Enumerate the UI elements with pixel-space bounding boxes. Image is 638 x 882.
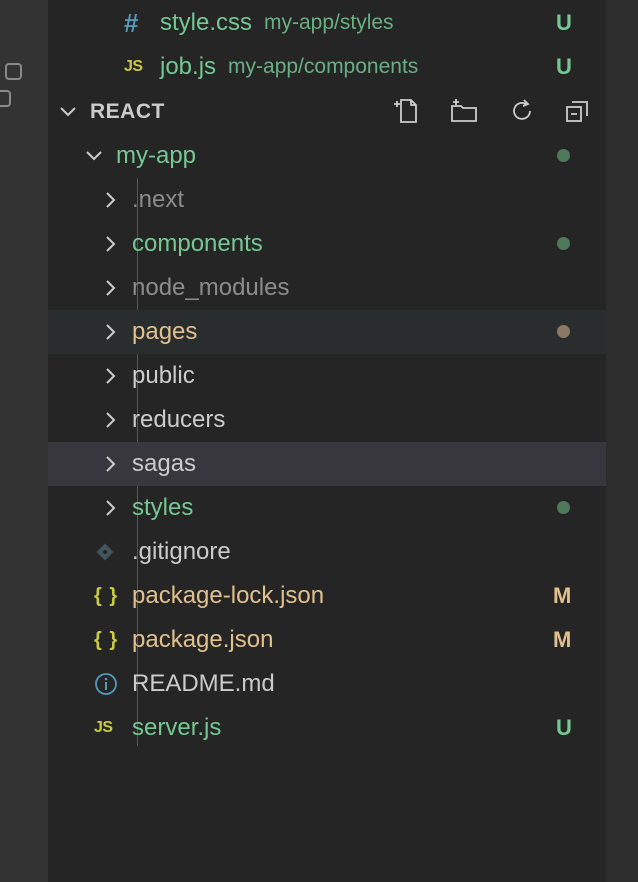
tree-folder[interactable]: components [48,222,606,266]
new-file-icon[interactable] [393,96,423,126]
folder-name: public [132,362,195,389]
editor-edge [606,0,638,882]
open-editor-path: my-app/styles [264,11,394,34]
chevron-right-icon [98,232,122,256]
file-name: package.json [132,626,274,653]
chevron-right-icon [98,496,122,520]
tree-file[interactable]: { } package-lock.json M [48,574,606,618]
modified-dot [557,325,570,338]
file-name: server.js [132,714,222,741]
tree-folder[interactable]: .next [48,178,606,222]
chevron-down-icon [82,144,106,168]
git-diamond-icon [94,541,130,563]
open-editor-item[interactable]: # style.css my-app/styles U [48,1,606,45]
folder-name: styles [132,494,194,521]
chevron-right-icon [98,452,122,476]
open-editor-item[interactable]: JS job.js my-app/components U [48,45,606,89]
chevron-right-icon [98,408,122,432]
tree-file[interactable]: .gitignore [48,530,606,574]
css-hash-icon: # [124,7,139,38]
open-editor-name: style.css [160,9,253,36]
chevron-right-icon [98,364,122,388]
folder-name: reducers [132,406,226,433]
git-status-badge: U [556,54,572,79]
explorer-panel: # style.css my-app/styles U JS job.js my… [48,0,606,882]
extension-icon-lower[interactable] [0,90,11,107]
folder-name: .next [132,186,185,213]
js-file-icon: JS [94,719,113,736]
new-folder-icon[interactable] [449,96,479,126]
folder-name: my-app [116,142,197,169]
json-braces-icon: { } [94,584,119,607]
refresh-icon[interactable] [507,96,537,126]
folder-name: pages [132,318,198,345]
open-editor-path: my-app/components [228,55,419,78]
section-title: REACT [90,100,165,123]
git-status-badge: U [556,10,572,35]
js-file-icon: JS [124,58,143,75]
file-name: package-lock.json [132,582,325,609]
git-status-badge: U [556,715,572,740]
tree-folder[interactable]: public [48,354,606,398]
tree-file[interactable]: JS server.js U [48,706,606,750]
folder-name: components [132,230,263,257]
folder-name: sagas [132,450,197,477]
tree-folder[interactable]: pages [48,310,606,354]
collapse-all-icon[interactable] [562,96,592,126]
chevron-down-icon [56,100,80,124]
activity-bar [0,0,48,882]
tree-folder[interactable]: styles [48,486,606,530]
json-braces-icon: { } [94,628,119,651]
chevron-right-icon [98,320,122,344]
modified-dot [557,149,570,162]
info-icon [94,672,130,696]
tree-folder[interactable]: reducers [48,398,606,442]
file-name: README.md [132,670,275,697]
tree-folder[interactable]: node_modules [48,266,606,310]
extension-icon[interactable] [5,63,22,80]
tree-folder[interactable]: sagas [48,442,606,486]
folder-name: node_modules [132,274,290,301]
tree-folder-root[interactable]: my-app [48,134,606,178]
modified-dot [557,501,570,514]
chevron-right-icon [98,188,122,212]
chevron-right-icon [98,276,122,300]
git-status-badge: M [553,583,572,608]
tree-file[interactable]: README.md [48,662,606,706]
modified-dot [557,237,570,250]
file-name: .gitignore [132,538,231,565]
open-editor-name: job.js [160,53,217,80]
tree-file[interactable]: { } package.json M [48,618,606,662]
git-status-badge: M [553,627,572,652]
